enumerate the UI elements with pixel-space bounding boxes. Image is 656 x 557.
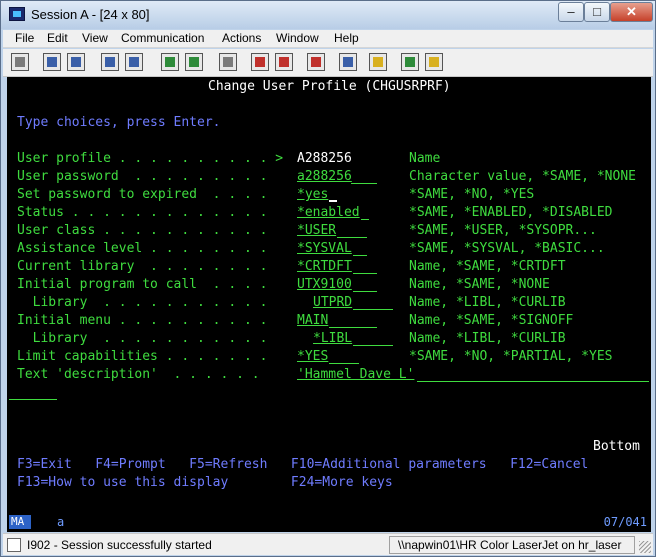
- field-help: *SAME, *ENABLED, *DISABLED: [409, 205, 613, 220]
- field-help: Name, *SAME, *SIGNOFF: [409, 313, 574, 328]
- field-label: Assistance level . . . . . . . .: [17, 241, 268, 256]
- input-text-description[interactable]: 'Hammel Dave L': [297, 367, 414, 383]
- title-bar[interactable]: Session A - [24 x 80] – □ ✕: [1, 1, 655, 29]
- record-icon[interactable]: [251, 53, 269, 71]
- copy-icon[interactable]: [43, 53, 61, 71]
- input-limit-capabilities[interactable]: *YES: [297, 349, 328, 365]
- status-bar: I902 - Session successfully started \\na…: [3, 533, 653, 555]
- field-help: *SAME, *NO, *PARTIAL, *YES: [409, 349, 613, 364]
- close-button[interactable]: ✕: [610, 2, 653, 22]
- menu-file[interactable]: File: [15, 31, 34, 45]
- input-set-password-expired[interactable]: *yes: [297, 187, 328, 203]
- operator-info-area: MA a 07/041: [7, 513, 651, 532]
- field-label: Set password to expired . . . .: [17, 187, 268, 202]
- cursor-position: 07/041: [603, 515, 647, 529]
- function-keys-line-2: F13=How to use this display F24=More key…: [17, 475, 393, 490]
- session-mode: a: [57, 515, 65, 529]
- keypad-icon[interactable]: [185, 53, 203, 71]
- map-icon[interactable]: [401, 53, 419, 71]
- menu-window[interactable]: Window: [276, 31, 319, 45]
- field-label: User password . . . . . . . . .: [17, 169, 268, 184]
- toolbar: [3, 49, 653, 77]
- play-icon[interactable]: [275, 53, 293, 71]
- field-label: Initial program to call . . . .: [17, 277, 268, 292]
- field-label: Status . . . . . . . . . . . . .: [17, 205, 268, 220]
- paste-icon[interactable]: [67, 53, 85, 71]
- field-help: *SAME, *SYSVAL, *BASIC...: [409, 241, 605, 256]
- screen-title: Change User Profile (CHGUSRPRF): [208, 79, 451, 94]
- chart-icon[interactable]: [339, 53, 357, 71]
- field-label: Limit capabilities . . . . . . .: [17, 349, 268, 364]
- macro-icon[interactable]: [219, 53, 237, 71]
- minimize-button[interactable]: –: [558, 2, 584, 22]
- field-help: Name, *SAME, *NONE: [409, 277, 550, 292]
- menu-communication[interactable]: Communication: [121, 31, 204, 45]
- menu-edit[interactable]: Edit: [47, 31, 68, 45]
- print-icon[interactable]: [11, 53, 29, 71]
- field-help: Name, *SAME, *CRTDFT: [409, 259, 566, 274]
- window-title: Session A - [24 x 80]: [31, 7, 150, 22]
- send-icon[interactable]: [101, 53, 119, 71]
- field-help: Name, *LIBL, *CURLIB: [409, 331, 566, 346]
- session-window: Session A - [24 x 80] – □ ✕ File Edit Vi…: [0, 0, 656, 557]
- field-label: Initial menu . . . . . . . . . .: [17, 313, 268, 328]
- menu-view[interactable]: View: [82, 31, 108, 45]
- field-label: Text 'description' . . . . . .: [17, 367, 260, 382]
- field-help: Name: [409, 151, 441, 166]
- resize-grip-icon[interactable]: [639, 541, 651, 553]
- menu-bar: File Edit View Communication Actions Win…: [3, 30, 653, 48]
- field-help: *SAME, *NO, *YES: [409, 187, 535, 202]
- field-label: Library . . . . . . . . . . .: [17, 331, 268, 346]
- bottom-indicator: Bottom: [593, 439, 640, 454]
- field-value-user-profile: A288256: [297, 151, 352, 166]
- field-help: *SAME, *USER, *SYSOPR...: [409, 223, 597, 238]
- function-keys-line-1: F3=Exit F4=Prompt F5=Refresh F10=Additio…: [17, 457, 589, 472]
- instruction-text: Type choices, press Enter.: [17, 115, 221, 130]
- field-label: Current library . . . . . . . .: [17, 259, 268, 274]
- input-menu-library[interactable]: *LIBL: [313, 331, 352, 347]
- field-label: Library . . . . . . . . . . .: [17, 295, 268, 310]
- input-user-class[interactable]: *USER: [297, 223, 336, 239]
- terminal-screen[interactable]: Change User Profile (CHGUSRPRF) Type cho…: [7, 77, 651, 513]
- maximize-button[interactable]: □: [584, 2, 610, 22]
- field-label: User class . . . . . . . . . . .: [17, 223, 268, 238]
- field-label: User profile . . . . . . . . . . >: [17, 151, 284, 166]
- input-program-library[interactable]: UTPRD: [313, 295, 352, 311]
- cursor: [329, 200, 337, 202]
- message-indicator: MA: [9, 515, 31, 529]
- printer-status[interactable]: \\napwin01\HR Color LaserJet on hr_laser: [389, 536, 635, 554]
- clipboard-icon[interactable]: [369, 53, 387, 71]
- menu-actions[interactable]: Actions: [222, 31, 261, 45]
- input-status[interactable]: *enabled: [297, 205, 360, 221]
- field-help: Name, *LIBL, *CURLIB: [409, 295, 566, 310]
- terminal-app-icon: [9, 7, 25, 21]
- input-user-password[interactable]: a288256: [297, 169, 352, 185]
- receive-icon[interactable]: [125, 53, 143, 71]
- status-icon: [7, 538, 21, 552]
- help-icon[interactable]: [425, 53, 443, 71]
- input-assistance-level[interactable]: *SYSVAL: [297, 241, 352, 257]
- stop-icon[interactable]: [307, 53, 325, 71]
- field-help: Character value, *SAME, *NONE: [409, 169, 636, 184]
- input-initial-program[interactable]: UTX9100: [297, 277, 352, 293]
- input-current-library[interactable]: *CRTDFT: [297, 259, 352, 275]
- display-icon[interactable]: [161, 53, 179, 71]
- status-message: I902 - Session successfully started: [27, 538, 212, 552]
- menu-help[interactable]: Help: [334, 31, 359, 45]
- input-initial-menu[interactable]: MAIN: [297, 313, 328, 329]
